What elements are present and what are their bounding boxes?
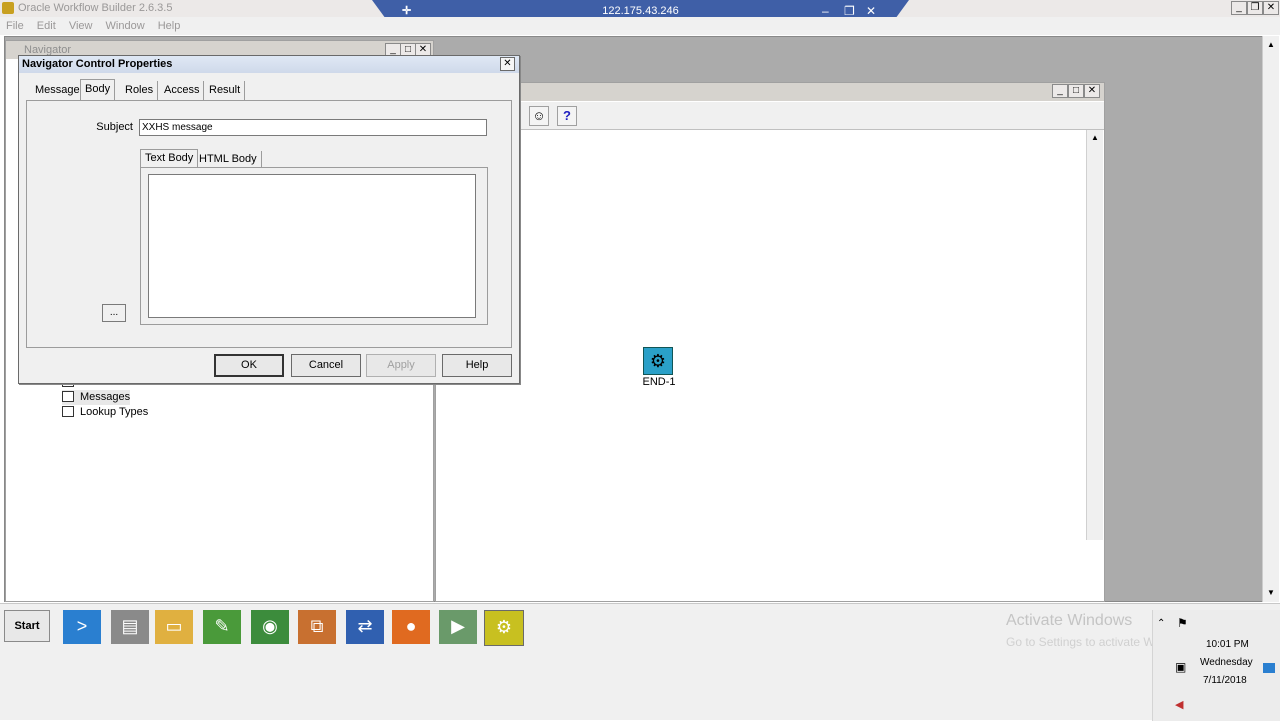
lookup-book-icon	[62, 406, 74, 417]
powershell-icon[interactable]: >	[63, 610, 101, 644]
oracle-app-icon	[2, 2, 14, 14]
clock-time: 10:01 PM	[1206, 639, 1249, 650]
help-button[interactable]: Help	[442, 354, 512, 377]
action-center-flag-icon[interactable]: ⚑	[1177, 616, 1188, 630]
process-close-button[interactable]: ✕	[1084, 84, 1100, 98]
text-body-textarea[interactable]	[148, 174, 476, 318]
process-maximize-button[interactable]: □	[1068, 84, 1084, 98]
smiley-icon[interactable]: ☺	[529, 106, 549, 126]
process-window: _ □ ✕ ☺ ? ▲ ⚙ END-1	[435, 82, 1105, 602]
menu-help[interactable]: Help	[158, 17, 181, 35]
clock-day: Wednesday	[1200, 657, 1253, 668]
tree-item-lookup-types[interactable]: Lookup Types	[62, 405, 148, 420]
envelope-icon	[62, 391, 74, 402]
tab-roles[interactable]: Roles	[121, 81, 159, 100]
body-tab-panel: Subject Text Body HTML Body ...	[26, 100, 512, 348]
subject-label: Subject	[96, 121, 133, 133]
subject-input[interactable]	[139, 119, 487, 136]
menu-window[interactable]: Window	[106, 17, 145, 35]
database-play-icon[interactable]: ▶	[439, 610, 477, 644]
menu-edit[interactable]: Edit	[37, 17, 56, 35]
menu-bar: File Edit View Window Help	[0, 17, 1280, 35]
app-title: Oracle Workflow Builder 2.6.3.5	[18, 2, 173, 14]
ok-button[interactable]: OK	[214, 354, 284, 377]
show-desktop-icon[interactable]	[1263, 663, 1275, 673]
network-config-icon[interactable]: ⧉	[298, 610, 336, 644]
dialog-title: Navigator Control Properties	[22, 58, 173, 70]
remote-connection-icon[interactable]: ⇄	[346, 610, 384, 644]
close-button[interactable]: ✕	[1263, 1, 1279, 15]
process-minimize-button[interactable]: _	[1052, 84, 1068, 98]
navigator-control-properties-dialog: Navigator Control Properties ✕ Message B…	[18, 55, 520, 384]
ellipsis-button[interactable]: ...	[102, 304, 126, 322]
process-title-bar[interactable]: _ □ ✕	[436, 83, 1104, 101]
text-body-panel	[140, 167, 488, 325]
toad-icon[interactable]: ◉	[251, 610, 289, 644]
show-hidden-icons-icon[interactable]: ⌃	[1157, 618, 1165, 629]
help-question-icon[interactable]: ?	[557, 106, 577, 126]
network-icon[interactable]: ▣	[1175, 660, 1186, 674]
tab-body[interactable]: Body	[80, 79, 116, 101]
restore-button[interactable]: ❐	[1247, 1, 1263, 15]
apply-button[interactable]: Apply	[366, 354, 436, 377]
menu-view[interactable]: View	[69, 17, 93, 35]
firefox-icon[interactable]: ●	[392, 610, 430, 644]
clock-date: 7/11/2018	[1203, 675, 1247, 686]
activate-windows-watermark: Activate Windows	[1006, 612, 1133, 629]
tab-message[interactable]: Message	[31, 81, 85, 100]
end-node-gear-icon[interactable]: ⚙	[643, 347, 673, 375]
dialog-title-bar[interactable]: Navigator Control Properties	[19, 56, 519, 73]
volume-muted-icon[interactable]: ◀	[1175, 698, 1183, 711]
end-node-label: END-1	[642, 376, 676, 388]
minimize-button[interactable]: _	[1231, 1, 1247, 15]
server-manager-icon[interactable]: ▤	[111, 610, 149, 644]
dialog-close-icon[interactable]: ✕	[500, 57, 515, 71]
oracle-workflow-taskbar-icon[interactable]: ⚙	[484, 610, 524, 646]
process-scroll-up-icon[interactable]: ▲	[1090, 133, 1100, 142]
subtab-text-body[interactable]: Text Body	[140, 149, 199, 169]
start-button[interactable]: Start	[4, 610, 50, 642]
tab-result[interactable]: Result	[205, 81, 246, 100]
tab-access[interactable]: Access	[160, 81, 205, 100]
file-explorer-icon[interactable]: ▭	[155, 610, 193, 644]
remote-ip: 122.175.43.246	[602, 5, 679, 17]
workspace-vertical-scrollbar[interactable]: ▲ ▼	[1262, 36, 1279, 602]
cancel-button[interactable]: Cancel	[291, 354, 361, 377]
menu-file[interactable]: File	[6, 17, 24, 35]
scroll-down-icon[interactable]: ▼	[1266, 588, 1276, 597]
subtab-html-body[interactable]: HTML Body	[195, 151, 262, 168]
notepad-plus-icon[interactable]: ✎	[203, 610, 241, 644]
tree-item-messages[interactable]: Messages	[62, 390, 131, 405]
taskbar: Start > ▤ ▭ ✎ ◉ ⧉ ⇄ ● ▶ ⚙ Activate Windo…	[0, 603, 1280, 721]
process-vertical-scrollbar[interactable]: ▲	[1086, 130, 1103, 540]
scroll-up-icon[interactable]: ▲	[1266, 40, 1276, 49]
process-toolbar: ☺ ?	[436, 102, 1104, 130]
